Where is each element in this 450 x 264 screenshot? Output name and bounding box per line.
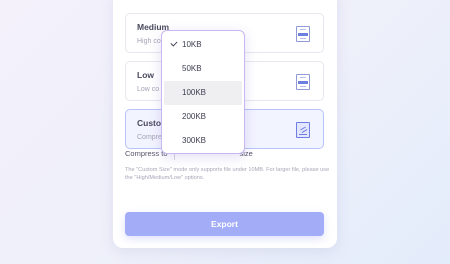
- dropdown-option-label: 300KB: [182, 136, 207, 145]
- dropdown-option-300kb[interactable]: 300KB: [164, 129, 242, 153]
- dropdown-option-label: 10KB: [182, 40, 202, 49]
- dropdown-option-label: 50KB: [182, 64, 202, 73]
- checkmark-icon: [170, 39, 178, 47]
- custom-size-note: The "Custom Size" mode only supports fil…: [125, 167, 330, 181]
- export-button[interactable]: Export: [125, 212, 324, 236]
- edit-icon: [296, 122, 310, 138]
- dropdown-option-label: 200KB: [182, 112, 207, 121]
- compress-low-icon: [296, 74, 310, 90]
- dropdown-option-50kb[interactable]: 50KB: [164, 57, 242, 81]
- card-low-title: Low: [137, 70, 154, 80]
- compress-medium-icon: [296, 26, 310, 42]
- card-custom-desc: Compre: [137, 134, 162, 141]
- dropdown-option-10kb[interactable]: 10KB: [164, 33, 242, 57]
- size-dropdown-menu: 10KB 50KB 100KB 200KB 300KB: [161, 30, 245, 154]
- card-low-desc: Low co: [137, 86, 160, 93]
- dropdown-option-label: 100KB: [182, 88, 207, 97]
- card-custom-title: Custo: [137, 118, 162, 128]
- card-medium-desc: High co: [137, 38, 161, 45]
- dropdown-option-200kb[interactable]: 200KB: [164, 105, 242, 129]
- dropdown-option-100kb[interactable]: 100KB: [164, 81, 242, 105]
